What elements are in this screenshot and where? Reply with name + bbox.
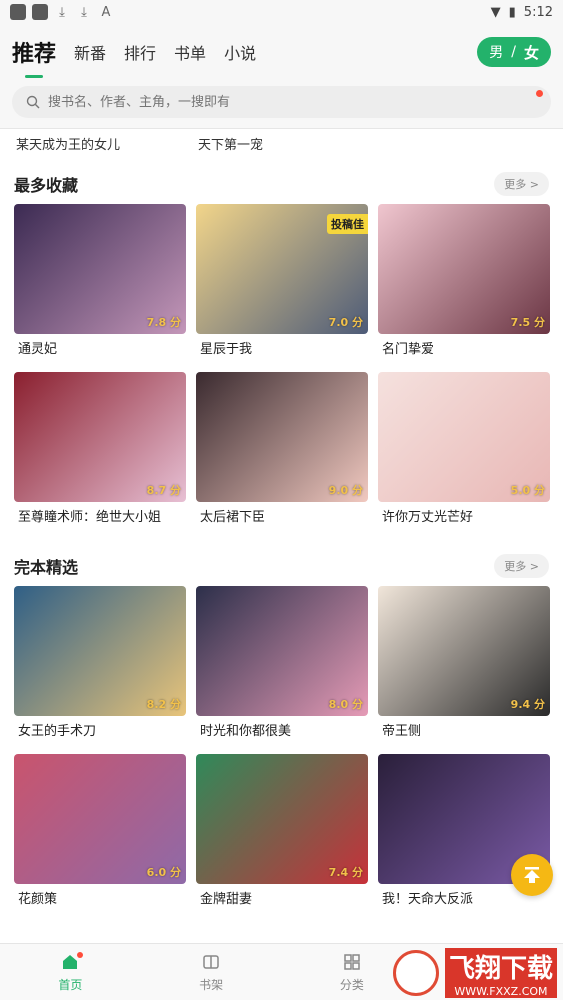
book-cover[interactable]: 7.8 分 — [14, 204, 186, 334]
book-title[interactable]: 天下第一宠 — [198, 134, 380, 158]
scroll-to-top-button[interactable] — [511, 854, 553, 896]
nav-item-0[interactable]: 首页 — [0, 944, 141, 1000]
status-bar: ⤓ ⤓ A ▼ ▮ 5:12 — [0, 0, 563, 24]
book-score: 7.0 分 — [328, 316, 363, 329]
battery-icon: ▮ — [508, 4, 516, 20]
more-button[interactable]: 更多 > — [494, 554, 549, 578]
book-cover[interactable]: 7.4 分 — [196, 754, 368, 884]
watermark-url: WWW.FXXZ.COM — [444, 985, 557, 998]
font-icon: A — [101, 4, 111, 20]
search-area — [0, 80, 563, 129]
watermark: 飞翔下载 WWW.FXXZ.COM — [392, 948, 557, 998]
watermark-logo-icon — [392, 950, 439, 996]
book-cover[interactable]: 5.0 分 — [378, 372, 550, 502]
top-navigation: 推荐 新番 排行 书单 小说 男 / 女 — [0, 24, 563, 80]
nav-label: 首页 — [58, 977, 83, 992]
arrow-up-icon — [524, 867, 540, 883]
download-icon: ⤓ — [81, 4, 87, 20]
book-cover[interactable]: 7.5 分 — [378, 204, 550, 334]
book-title[interactable]: 女王的手术刀 — [14, 716, 186, 754]
book-cover[interactable]: 8.7 分 — [14, 372, 186, 502]
search-icon — [26, 95, 40, 109]
tab-4[interactable]: 小说 — [224, 40, 256, 64]
status-icons-left: ⤓ ⤓ A — [10, 4, 114, 20]
book-score: 8.0 分 — [328, 698, 363, 711]
book-grid: 7.8 分通灵妃 投稿佳 7.0 分星辰于我 7.5 分名门挚爱 8.7 分至尊瞳术师：… — [0, 204, 563, 540]
notification-dot — [77, 952, 84, 958]
book-card[interactable]: 7.5 分名门挚爱 — [378, 204, 550, 372]
book-cover[interactable]: 9.4 分 — [378, 586, 550, 716]
book-card[interactable]: 8.0 分时光和你都很美 — [196, 586, 368, 754]
book-card[interactable]: 我！天命大反派 — [378, 754, 550, 922]
book-title[interactable]: 通灵妃 — [14, 334, 186, 372]
book-title[interactable]: 许你万丈光芒好 — [378, 502, 550, 540]
book-card[interactable]: 5.0 分许你万丈光芒好 — [378, 372, 550, 540]
search-bar[interactable] — [12, 86, 551, 118]
tab-1[interactable]: 新番 — [74, 40, 106, 64]
book-score: 9.0 分 — [328, 484, 363, 497]
nav-label: 分类 — [339, 977, 364, 992]
book-cover[interactable]: 8.2 分 — [14, 586, 186, 716]
book-card[interactable]: 7.8 分通灵妃 — [14, 204, 186, 372]
status-icons-right: ▼ ▮ 5:12 — [491, 5, 553, 20]
book-title[interactable]: 名门挚爱 — [378, 334, 550, 372]
notification-dot — [536, 90, 543, 97]
wifi-icon: ▼ — [490, 4, 501, 20]
app-notification-icon — [10, 4, 26, 20]
book-card[interactable]: 8.7 分至尊瞳术师：绝世大小姐 — [14, 372, 186, 540]
book-title[interactable]: 至尊瞳术师：绝世大小姐 — [14, 502, 186, 540]
book-card[interactable]: 8.2 分女王的手术刀 — [14, 586, 186, 754]
section-title: 最多收藏 — [14, 176, 79, 195]
book-card[interactable]: 9.0 分太后裙下臣 — [196, 372, 368, 540]
book-score: 7.4 分 — [328, 866, 363, 879]
feed-content[interactable]: 某天成为王的女儿 天下第一宠 最多收藏 更多 >7.8 分通灵妃 投稿佳 7.0 分星… — [0, 130, 563, 944]
book-title[interactable]: 帝王侧 — [378, 716, 550, 754]
section-header: 完本精选 更多 > — [0, 546, 563, 586]
more-button[interactable]: 更多 > — [494, 172, 549, 196]
watermark-text: 飞翔下载 — [444, 948, 557, 985]
book-title[interactable]: 星辰于我 — [196, 334, 368, 372]
book-card[interactable]: 6.0 分花颜策 — [14, 754, 186, 922]
book-grid: 8.2 分女王的手术刀 8.0 分时光和你都很美 9.4 分帝王侧 6.0 分花颜策 7… — [0, 586, 563, 922]
badge: 投稿佳 — [327, 214, 368, 234]
book-title[interactable]: 某天成为王的女儿 — [16, 134, 198, 158]
book-title[interactable]: 时光和你都很美 — [196, 716, 368, 754]
book-title[interactable]: 太后裙下臣 — [196, 502, 368, 540]
book-score: 9.4 分 — [510, 698, 545, 711]
gender-female-option[interactable]: 女 — [524, 42, 539, 63]
book-score: 8.7 分 — [146, 484, 181, 497]
bookshelf-icon — [201, 952, 221, 972]
grid-icon — [342, 952, 362, 972]
book-title[interactable]: 金牌甜妻 — [196, 884, 368, 922]
book-score: 5.0 分 — [510, 484, 545, 497]
download-icon: ⤓ — [59, 4, 65, 20]
book-cover[interactable]: 6.0 分 — [14, 754, 186, 884]
book-card[interactable]: 9.4 分帝王侧 — [378, 586, 550, 754]
gender-toggle[interactable]: 男 / 女 — [477, 37, 551, 67]
nav-label: 书架 — [199, 977, 224, 992]
gender-male-option[interactable]: 男 — [489, 42, 503, 62]
gender-separator: / — [511, 44, 516, 60]
book-cover[interactable]: 9.0 分 — [196, 372, 368, 502]
tab-0[interactable]: 推荐 — [12, 36, 56, 68]
section-title: 完本精选 — [14, 558, 79, 577]
clock: 5:12 — [523, 4, 553, 20]
book-cover[interactable]: 投稿佳 7.0 分 — [196, 204, 368, 334]
category-tabs: 推荐 新番 排行 书单 小说 — [12, 36, 256, 68]
book-score: 8.2 分 — [146, 698, 181, 711]
tab-3[interactable]: 书单 — [174, 40, 206, 64]
book-score: 7.8 分 — [146, 316, 181, 329]
app-notification-icon — [32, 4, 48, 20]
section-header: 最多收藏 更多 > — [0, 164, 563, 204]
book-card[interactable]: 投稿佳 7.0 分星辰于我 — [196, 204, 368, 372]
book-cover[interactable]: 8.0 分 — [196, 586, 368, 716]
book-score: 7.5 分 — [510, 316, 545, 329]
previous-row-titles: 某天成为王的女儿 天下第一宠 — [0, 130, 563, 158]
book-score: 6.0 分 — [146, 866, 181, 879]
search-input[interactable] — [46, 93, 537, 111]
tab-2[interactable]: 排行 — [124, 40, 156, 64]
nav-item-1[interactable]: 书架 — [141, 944, 282, 1000]
book-title[interactable]: 花颜策 — [14, 884, 186, 922]
book-card[interactable]: 7.4 分金牌甜妻 — [196, 754, 368, 922]
